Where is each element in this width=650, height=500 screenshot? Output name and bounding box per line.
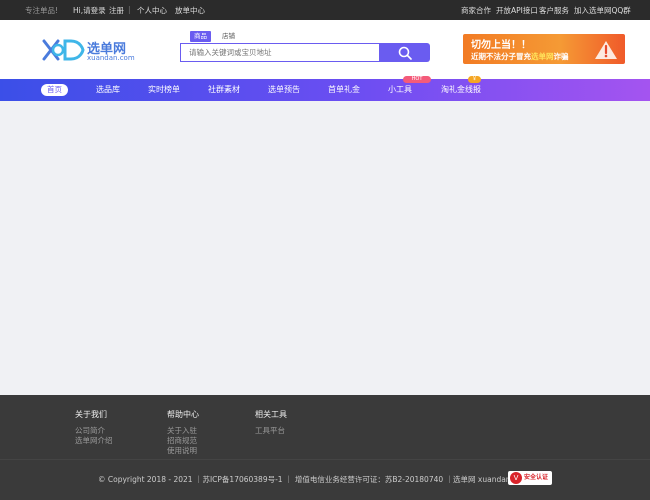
user-center-link[interactable]: 个人中心 [137, 5, 167, 16]
footer-link-usage[interactable]: 使用说明 [167, 445, 197, 456]
coupon-badge: ￥ [468, 76, 481, 83]
warning-fish-icon [595, 41, 617, 59]
banner-title: 切勿上当！！ [471, 40, 531, 51]
nav-item-preview[interactable]: 选单预告 [268, 79, 300, 101]
search-input[interactable] [181, 44, 379, 61]
warning-banner[interactable]: 切勿上当！！ 近期不法分子冒充选单网诈骗 [463, 34, 625, 64]
footer: 关于我们 公司简介 选单网介绍 帮助中心 关于入驻 招商规范 使用说明 相关工具… [0, 395, 650, 500]
separator: | [128, 5, 131, 14]
search-button[interactable] [380, 43, 430, 62]
main-nav: 首页 选品库 实时榜单 社群素材 选单预告 首单礼金 小工具 淘礼金线报 HOT… [0, 76, 650, 101]
nav-item-home[interactable]: 首页 [41, 84, 68, 96]
top-bar: 专注单品! Hi,请登录 注册 | 个人中心 放单中心 商家合作 开放API接口… [0, 0, 650, 20]
release-center-link[interactable]: 放单中心 [175, 5, 205, 16]
banner-subtitle-brand: 选单网 [531, 52, 554, 61]
open-api-link[interactable]: 开放API接口 [496, 5, 538, 16]
search-box [180, 43, 380, 62]
verified-icon: V [510, 472, 522, 484]
register-link[interactable]: 注册 [109, 5, 124, 16]
login-link[interactable]: Hi,请登录 [73, 5, 106, 16]
security-badge[interactable]: V 安全认证 [508, 471, 552, 485]
join-qq-group-link[interactable]: 加入选单网QQ群 [574, 5, 631, 16]
slogan-text: 专注单品! [25, 6, 59, 15]
hot-badge: HOT [403, 76, 431, 83]
nav-item-community-material[interactable]: 社群素材 [208, 79, 240, 101]
customer-service-link[interactable]: 客户服务 [539, 5, 569, 16]
nav-item-first-order-gift[interactable]: 首单礼金 [328, 79, 360, 101]
search-icon [398, 46, 412, 60]
banner-subtitle-c: 诈骗 [553, 52, 569, 61]
footer-col-help-title: 帮助中心 [167, 410, 199, 419]
badge-label: 安全认证 [524, 474, 549, 481]
logo-domain: xuandan.com [87, 54, 135, 62]
footer-divider [0, 459, 650, 460]
header: 选单网 xuandan.com 商品 店铺 切勿上当！！ 近期不法分子冒充选单网… [0, 20, 650, 79]
copyright-text: © Copyright 2018 - 2021 ｜苏ICP备17060389号-… [98, 475, 529, 484]
tab-goods[interactable]: 商品 [190, 31, 211, 42]
footer-link-tool-platform[interactable]: 工具平台 [255, 425, 285, 436]
business-cooperation-link[interactable]: 商家合作 [461, 5, 491, 16]
nav-item-realtime-rank[interactable]: 实时榜单 [148, 79, 180, 101]
tab-shops[interactable]: 店铺 [218, 31, 239, 42]
footer-col-tools-title: 相关工具 [255, 410, 287, 419]
footer-link-intro[interactable]: 选单网介绍 [75, 435, 113, 446]
banner-subtitle-a: 近期不法分子冒充 [471, 52, 531, 61]
banner-subtitle: 近期不法分子冒充选单网诈骗 [471, 51, 569, 62]
nav-item-product-library[interactable]: 选品库 [96, 79, 120, 101]
main-content [0, 101, 650, 395]
footer-col-about-title: 关于我们 [75, 410, 107, 419]
logo-mark-icon [42, 39, 85, 61]
